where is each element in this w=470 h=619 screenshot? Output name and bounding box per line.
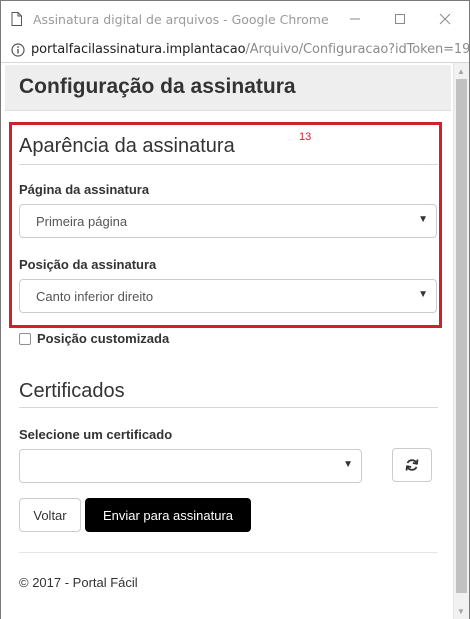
certificate-select[interactable]: ▼ <box>19 449 362 483</box>
custom-position-label[interactable]: Posição customizada <box>37 331 169 346</box>
close-icon <box>439 13 451 25</box>
position-select[interactable]: Canto inferior direito ▼ <box>19 279 437 313</box>
url-text[interactable]: portalfacilassinatura.implantacao/Arquiv… <box>31 42 470 57</box>
minimize-icon <box>350 18 360 20</box>
certificate-field-label: Selecione um certificado <box>19 427 173 442</box>
submit-signature-button[interactable]: Enviar para assinatura <box>85 498 251 532</box>
scroll-up-arrow-icon[interactable]: ▲ <box>457 67 465 76</box>
document-icon <box>11 12 22 26</box>
minimize-button[interactable] <box>341 6 369 32</box>
maximize-button[interactable] <box>386 6 414 32</box>
position-field-label: Posição da assinatura <box>19 257 157 272</box>
page-select-value: Primeira página <box>36 214 128 229</box>
close-button[interactable] <box>431 6 459 32</box>
title-bar: Assinatura digital de arquivos - Google … <box>1 1 469 37</box>
url-path: /Arquivo/Configuracao?idToken=19... <box>245 42 470 57</box>
caret-down-icon: ▼ <box>418 214 428 225</box>
page-field-label: Página da assinatura <box>19 182 150 197</box>
appearance-divider <box>19 164 438 165</box>
certificates-section-title: Certificados <box>19 380 125 402</box>
position-select-value: Canto inferior direito <box>36 289 154 304</box>
scroll-down-arrow-icon[interactable]: ▼ <box>457 607 465 616</box>
info-icon[interactable] <box>11 43 25 57</box>
page-header: Configuração da assinatura <box>5 65 451 111</box>
page-select[interactable]: Primeira página ▼ <box>19 204 437 238</box>
url-host: portalfacilassinatura.implantacao <box>31 42 246 57</box>
annotation-number: 13 <box>299 131 312 143</box>
custom-position-checkbox-row[interactable]: Posição customizada <box>19 331 169 346</box>
certificates-divider <box>19 407 438 408</box>
window-title: Assinatura digital de arquivos - Google … <box>33 12 329 27</box>
page-content: Configuração da assinatura Aparência da … <box>1 63 453 619</box>
refresh-icon <box>405 459 419 471</box>
footer-text: © 2017 - Portal Fácil <box>19 575 138 590</box>
footer-divider <box>19 552 438 553</box>
custom-position-checkbox[interactable] <box>19 332 31 345</box>
address-bar[interactable]: portalfacilassinatura.implantacao/Arquiv… <box>1 37 470 63</box>
maximize-icon <box>395 14 405 24</box>
caret-down-icon: ▼ <box>343 459 353 470</box>
caret-down-icon: ▼ <box>418 289 428 300</box>
browser-window: Assinatura digital de arquivos - Google … <box>0 0 470 619</box>
scrollbar-thumb[interactable] <box>456 79 467 593</box>
vertical-scrollbar[interactable]: ▲ ▼ <box>453 63 469 619</box>
refresh-certificates-button[interactable] <box>392 448 432 482</box>
back-button[interactable]: Voltar <box>19 498 81 532</box>
appearance-section-title: Aparência da assinatura <box>19 135 235 157</box>
page-title: Configuração da assinatura <box>19 75 296 98</box>
